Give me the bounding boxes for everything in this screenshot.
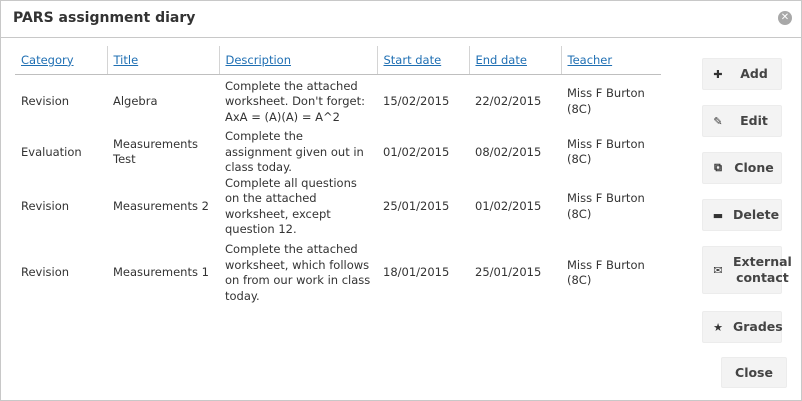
cell-title: Measurements Test <box>113 136 198 167</box>
add-button-label: Add <box>740 66 768 81</box>
cell-teacher: Miss F Burton (8C) <box>567 86 645 116</box>
cell-category: Revision <box>21 94 70 108</box>
cell-description: Complete all questions on the attached w… <box>225 175 357 237</box>
edit-button[interactable]: ✎ Edit <box>702 105 782 137</box>
column-header-teacher[interactable]: Teacher <box>560 46 661 75</box>
cell-start-date: 25/01/2015 <box>383 198 450 213</box>
cell-start-date: 18/01/2015 <box>383 265 450 280</box>
cell-teacher: Miss F Burton (8C) <box>567 136 645 167</box>
external-contact-button[interactable]: ✉ External contact <box>702 246 792 294</box>
column-header-title[interactable]: Title <box>106 46 219 75</box>
cell-title: Measurements 1 <box>113 265 209 280</box>
close-icon[interactable]: ✕ <box>778 11 792 25</box>
column-header-description[interactable]: Description <box>218 46 377 75</box>
column-header-end-date[interactable]: End date <box>468 46 561 75</box>
cell-description: Complete the assignment given out in cla… <box>225 129 364 174</box>
cell-end-date: 22/02/2015 <box>475 94 542 108</box>
assignment-diary-dialog: PARS assignment diary ✕ Category Title D… <box>0 0 802 401</box>
table-row[interactable]: Revision Algebra Complete the attached w… <box>15 74 661 129</box>
plus-icon: ✚ <box>713 67 723 81</box>
pencil-icon: ✎ <box>713 114 723 128</box>
cell-teacher: Miss F Burton (8C) <box>567 257 645 288</box>
cell-category: Revision <box>21 198 70 213</box>
delete-button[interactable]: ▬ Delete <box>702 199 782 231</box>
close-button[interactable]: Close <box>721 357 787 388</box>
sort-category-link[interactable]: Category <box>21 53 74 67</box>
clone-button[interactable]: ⧉ Clone <box>702 152 782 184</box>
column-header-start-date[interactable]: Start date <box>376 46 469 75</box>
grades-button[interactable]: ★ Grades <box>702 311 783 343</box>
assignment-table: Category Title Description Start date En… <box>15 46 661 309</box>
sort-start-date-link[interactable]: Start date <box>384 53 442 67</box>
grades-button-label: Grades <box>733 319 783 334</box>
edit-button-label: Edit <box>740 113 768 128</box>
external-contact-button-label: External contact <box>733 254 792 285</box>
table-row[interactable]: Evaluation Measurements Test Complete th… <box>15 129 661 176</box>
cell-category: Evaluation <box>21 144 82 159</box>
cell-description: Complete the attached worksheet, which f… <box>225 242 371 303</box>
cell-title: Algebra <box>113 94 158 108</box>
cell-description: Complete the attached worksheet. Don't f… <box>225 78 365 124</box>
cell-title: Measurements 2 <box>113 198 209 213</box>
add-button[interactable]: ✚ Add <box>702 58 782 90</box>
clone-button-label: Clone <box>734 160 774 175</box>
star-icon: ★ <box>713 320 723 334</box>
copy-icon: ⧉ <box>714 161 722 174</box>
sort-teacher-link[interactable]: Teacher <box>568 53 613 67</box>
column-header-category[interactable]: Category <box>15 46 107 75</box>
cell-end-date: 25/01/2015 <box>475 265 542 280</box>
cell-category: Revision <box>21 265 70 280</box>
table-row[interactable]: Revision Measurements 1 Complete the att… <box>15 238 661 309</box>
table-header-row: Category Title Description Start date En… <box>15 46 661 75</box>
close-button-label: Close <box>735 365 773 380</box>
cell-end-date: 08/02/2015 <box>475 144 542 159</box>
cell-start-date: 01/02/2015 <box>383 144 450 159</box>
sort-title-link[interactable]: Title <box>114 53 139 67</box>
delete-button-label: Delete <box>733 207 780 222</box>
cell-start-date: 15/02/2015 <box>383 94 450 108</box>
sort-end-date-link[interactable]: End date <box>476 53 527 67</box>
table-row[interactable]: Revision Measurements 2 Complete all que… <box>15 176 661 238</box>
cell-teacher: Miss F Burton (8C) <box>567 191 645 221</box>
dialog-title: PARS assignment diary <box>13 10 196 26</box>
minus-icon: ▬ <box>712 208 724 222</box>
sort-description-link[interactable]: Description <box>226 53 292 67</box>
cell-end-date: 01/02/2015 <box>475 198 542 213</box>
envelope-icon: ✉ <box>713 263 723 277</box>
dialog-titlebar: PARS assignment diary ✕ <box>1 1 801 38</box>
